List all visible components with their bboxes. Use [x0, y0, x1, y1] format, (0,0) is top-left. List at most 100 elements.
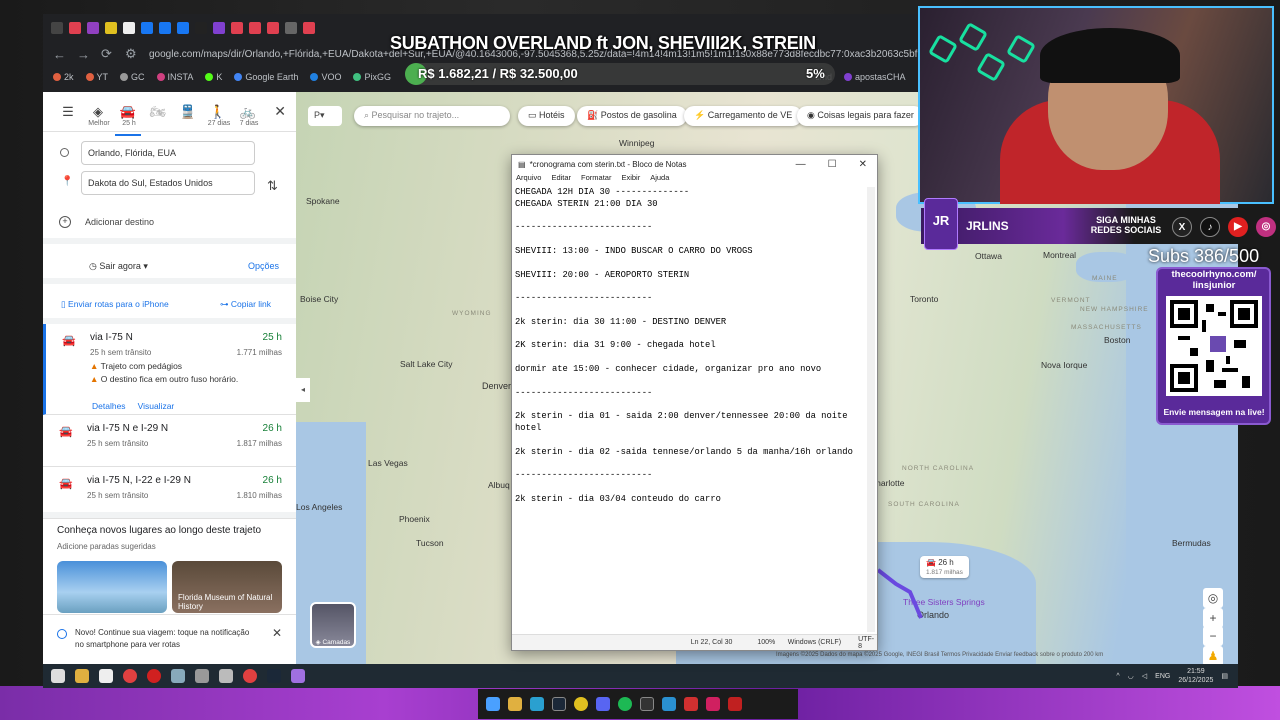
- suggested-place-thumbnail[interactable]: [57, 561, 167, 613]
- map-mode-button[interactable]: P▾: [308, 106, 342, 126]
- mode-walk[interactable]: 🚶 27 dias: [203, 104, 233, 127]
- maximize-icon[interactable]: ☐: [828, 159, 837, 170]
- tab-favicon-icon[interactable]: [195, 22, 207, 34]
- city-label[interactable]: Ottawa: [975, 251, 1002, 261]
- zoom-out-icon[interactable]: −: [1203, 626, 1223, 646]
- reload-icon[interactable]: ⟳: [101, 46, 115, 62]
- bookmark-gc[interactable]: GC: [120, 72, 145, 82]
- layers-button[interactable]: ◈ Camadas: [310, 602, 356, 648]
- wifi-icon[interactable]: ◡: [1128, 672, 1134, 680]
- chip-hotels[interactable]: ▭ Hotéis: [518, 106, 575, 126]
- app-icon[interactable]: [662, 697, 676, 711]
- bookmark-apostas[interactable]: apostasCHA: [843, 72, 906, 82]
- tab-favicon-icon[interactable]: [87, 22, 99, 34]
- copy-link-button[interactable]: ⊶ Copiar link: [220, 299, 271, 310]
- mode-bike[interactable]: 🚲 7 dias: [233, 104, 263, 127]
- city-label[interactable]: Winnipeg: [619, 138, 654, 148]
- opera-icon[interactable]: [147, 669, 161, 683]
- chrome-icon[interactable]: [123, 669, 137, 683]
- city-label[interactable]: Denver: [482, 381, 511, 391]
- file-explorer-icon[interactable]: [75, 669, 89, 683]
- route-option-2[interactable]: 🚘 via I-75 N e I-29 N 26 h 25 h sem trân…: [43, 415, 296, 467]
- city-label[interactable]: Boston: [1104, 335, 1130, 345]
- route-option-1[interactable]: 🚘 via I-75 N 25 h 25 h sem trânsito 1.77…: [43, 324, 296, 415]
- app-icon[interactable]: [291, 669, 305, 683]
- tab-favicon-icon[interactable]: [303, 22, 315, 34]
- chrome-icon[interactable]: [243, 669, 257, 683]
- city-label[interactable]: Boise City: [300, 294, 338, 304]
- details-link[interactable]: Detalhes: [92, 401, 126, 411]
- menu-icon[interactable]: ☰: [53, 104, 83, 120]
- vertical-scrollbar[interactable]: [867, 187, 875, 632]
- tab-list-icon[interactable]: [51, 22, 63, 34]
- city-label[interactable]: Albuq: [488, 480, 510, 490]
- tab-favicon-icon[interactable]: [285, 22, 297, 34]
- app-icon[interactable]: [728, 697, 742, 711]
- city-label[interactable]: Phoenix: [399, 514, 430, 524]
- city-label[interactable]: Tucson: [416, 538, 444, 548]
- bookmark-2k[interactable]: 2k: [53, 72, 74, 82]
- tab-favicon-icon[interactable]: [213, 22, 225, 34]
- city-label[interactable]: Bermudas: [1172, 538, 1211, 548]
- tab-favicon-icon[interactable]: [123, 22, 135, 34]
- bookmark-pixgg[interactable]: PixGG: [353, 72, 391, 82]
- menu-view[interactable]: Exibir: [621, 173, 640, 187]
- tab-favicon-icon[interactable]: [159, 22, 171, 34]
- city-label[interactable]: Toronto: [910, 294, 938, 304]
- tab-favicon-icon[interactable]: [141, 22, 153, 34]
- bookmark-google-earth[interactable]: Google Earth: [234, 72, 298, 82]
- city-label[interactable]: Spokane: [306, 196, 340, 206]
- tab-favicon-icon[interactable]: [267, 22, 279, 34]
- city-label[interactable]: Los Angeles: [296, 502, 342, 512]
- chrome-icon[interactable]: [574, 697, 588, 711]
- menu-format[interactable]: Formatar: [581, 173, 611, 187]
- collapse-panel-icon[interactable]: ◂: [296, 378, 310, 402]
- chip-gas[interactable]: ⛽ Postos de gasolina: [577, 106, 687, 126]
- map-route-search[interactable]: ⌕ Pesquisar no trajeto...: [354, 106, 510, 126]
- steam-icon[interactable]: [552, 697, 566, 711]
- app-icon[interactable]: [684, 697, 698, 711]
- close-directions-icon[interactable]: ✕: [274, 103, 286, 120]
- notepad-icon[interactable]: [171, 669, 185, 683]
- tab-favicon-icon[interactable]: [177, 22, 189, 34]
- send-to-phone-link[interactable]: ▯ Enviar rotas para o iPhone: [61, 299, 169, 310]
- city-label[interactable]: Las Vegas: [368, 458, 408, 468]
- menu-edit[interactable]: Editar: [551, 173, 571, 187]
- language-indicator[interactable]: ENG: [1155, 673, 1170, 680]
- route-time-badge[interactable]: 🚘 26 h 1.817 milhas: [920, 556, 969, 578]
- swap-icon[interactable]: ⇅: [267, 178, 278, 194]
- settings-icon[interactable]: [195, 669, 209, 683]
- street-view-icon[interactable]: ♟: [1203, 646, 1223, 664]
- chip-things-to-do[interactable]: ◉ Coisas legais para fazer: [797, 106, 924, 126]
- clock[interactable]: 21:59 26/12/2025: [1178, 667, 1213, 685]
- tab-favicon-icon[interactable]: [231, 22, 243, 34]
- tab-favicon-icon[interactable]: [69, 22, 81, 34]
- zoom-in-icon[interactable]: +: [1203, 608, 1223, 628]
- edge-icon[interactable]: [530, 697, 544, 711]
- volume-icon[interactable]: ◁: [1142, 672, 1147, 680]
- spotify-icon[interactable]: [618, 697, 632, 711]
- leave-now-dropdown[interactable]: ◷ Sair agora ▾: [89, 261, 148, 272]
- my-location-icon[interactable]: ◎: [1203, 588, 1223, 608]
- city-label[interactable]: Salt Lake City: [400, 359, 452, 369]
- chip-ev[interactable]: ⚡ Carregamento de VE: [684, 106, 803, 126]
- city-label[interactable]: Montreal: [1043, 250, 1076, 260]
- discord-icon[interactable]: [596, 697, 610, 711]
- suggested-place-thumbnail[interactable]: Florida Museum of Natural History: [172, 561, 282, 613]
- menu-file[interactable]: Arquivo: [516, 173, 541, 187]
- notepad-text-area[interactable]: CHEGADA 12H DIA 30 -------------- CHEGAD…: [514, 187, 864, 632]
- mode-transit[interactable]: 🚆: [173, 104, 203, 120]
- app-icon[interactable]: [706, 697, 720, 711]
- preview-link[interactable]: Visualizar: [138, 401, 175, 411]
- windows-start-icon[interactable]: [51, 669, 65, 683]
- back-icon[interactable]: ←: [53, 47, 67, 62]
- add-destination[interactable]: + Adicionar destino: [59, 216, 154, 228]
- app-icon[interactable]: [640, 697, 654, 711]
- menu-help[interactable]: Ajuda: [650, 173, 669, 187]
- bookmark-yt[interactable]: YT: [85, 72, 108, 82]
- options-button[interactable]: Opções: [248, 261, 279, 271]
- app-icon[interactable]: [219, 669, 233, 683]
- city-label[interactable]: Nova Iorque: [1041, 360, 1087, 370]
- tray-chevron-icon[interactable]: ^: [1116, 673, 1119, 680]
- bookmark-voo[interactable]: VOO: [310, 72, 341, 82]
